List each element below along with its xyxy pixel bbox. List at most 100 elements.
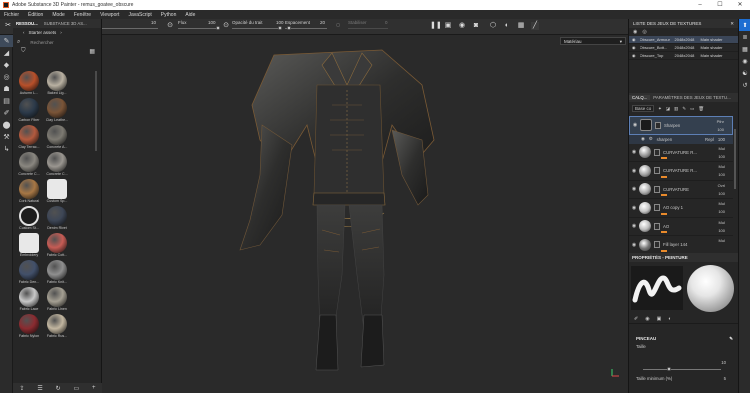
- asset-tile[interactable]: Baked Lig...: [44, 71, 70, 96]
- layer-row[interactable]: ◉ Fill layer 144 Mul: [629, 236, 733, 255]
- brush-size-slider-row[interactable]: 10: [629, 359, 739, 375]
- asset-tile[interactable]: Embroidery: [16, 233, 42, 258]
- screenshot-icon[interactable]: ◙: [472, 22, 480, 30]
- geometry-fill-icon[interactable]: ◎: [0, 71, 13, 83]
- tool-mode-icon[interactable]: ╱: [531, 22, 539, 30]
- layer-mask-icon[interactable]: [654, 204, 660, 212]
- effect-blend-mode[interactable]: Repl: [705, 137, 714, 142]
- breadcrumb[interactable]: ‹ Starter assets ›: [13, 28, 101, 37]
- flux-value[interactable]: 100: [208, 20, 216, 25]
- eye-icon[interactable]: ◉: [631, 122, 639, 128]
- layer-opacity[interactable]: 100: [717, 127, 724, 132]
- asset-tile[interactable]: Fabric Nylon: [16, 314, 42, 339]
- eye-icon[interactable]: ◉: [641, 136, 645, 142]
- layers-scrollbar[interactable]: [734, 129, 736, 189]
- delete-icon[interactable]: 🗑: [698, 106, 704, 112]
- layer-row[interactable]: ◉ CURVATURE R... Mul 100: [629, 144, 733, 162]
- asset-tile[interactable]: Custom St...: [16, 206, 42, 231]
- pressure-icon[interactable]: ⊙: [166, 22, 174, 30]
- stencil-icon[interactable]: ▣: [657, 316, 662, 322]
- layer-blend-mode[interactable]: Mul: [719, 164, 725, 169]
- size-value[interactable]: 10: [151, 20, 156, 25]
- asset-tile[interactable]: Custom Sp...: [44, 179, 70, 204]
- history-icon[interactable]: ↺: [739, 79, 750, 91]
- eraser-icon[interactable]: ◢: [0, 47, 13, 59]
- stabilizer-slider[interactable]: [348, 28, 388, 29]
- eye-icon[interactable]: ◉: [630, 205, 638, 211]
- layers-panel-icon[interactable]: ≣: [739, 31, 750, 43]
- maximize-button[interactable]: ☐: [710, 0, 730, 10]
- shelf-panel-icon[interactable]: ▦: [739, 43, 750, 55]
- menu-edit[interactable]: Édition: [28, 12, 43, 18]
- minimize-button[interactable]: –: [690, 0, 710, 10]
- shader-settings-icon[interactable]: ☯: [739, 67, 750, 79]
- menu-help[interactable]: Aide: [185, 12, 195, 18]
- asset-tile[interactable]: Cork Natural: [16, 179, 42, 204]
- layer-opacity[interactable]: 100: [718, 172, 725, 177]
- picker-icon[interactable]: ✐: [0, 107, 13, 119]
- effect-row[interactable]: ◉ ⚙ sharpen Repl 100: [629, 134, 733, 144]
- stabilizer-value[interactable]: 0: [385, 20, 388, 25]
- camera-icon[interactable]: ▣: [444, 22, 452, 30]
- alpha-icon[interactable]: ◉: [645, 316, 649, 322]
- layer-blend-mode[interactable]: Mul: [719, 220, 725, 225]
- spacing-slider[interactable]: [285, 26, 327, 30]
- layer-row[interactable]: ◉ Sharpen Pthr 100: [629, 116, 733, 135]
- layer-mask-icon[interactable]: [654, 241, 660, 249]
- display-settings-icon[interactable]: ◉: [739, 55, 750, 67]
- texture-set-shader[interactable]: Main shader: [701, 53, 723, 58]
- channel-select[interactable]: Base co: [632, 105, 654, 112]
- layer-blend-mode[interactable]: Mul: [719, 201, 725, 206]
- filter-icon[interactable]: ⛉: [21, 48, 26, 55]
- stroke-opacity-slider[interactable]: [232, 26, 282, 30]
- close-button[interactable]: ✕: [730, 0, 750, 10]
- asset-tile[interactable]: Fabric Lace: [16, 287, 42, 312]
- menu-python[interactable]: Python: [161, 12, 177, 18]
- asset-tile[interactable]: Clay Leathe...: [44, 98, 70, 123]
- play-pause-icon[interactable]: ❚❚: [430, 22, 442, 30]
- min-size-value[interactable]: 5: [724, 376, 726, 381]
- material-icon[interactable]: ◐: [668, 316, 671, 322]
- asset-tile[interactable]: Fabric Cott...: [44, 233, 70, 258]
- stroke-opacity-value[interactable]: 100: [276, 20, 284, 25]
- asset-tile[interactable]: Fabric Linen: [44, 287, 70, 312]
- stabilizer-icon[interactable]: ◌: [334, 22, 342, 30]
- grid-icon[interactable]: ▦: [517, 22, 525, 30]
- symmetry-icon[interactable]: ⬡: [489, 22, 497, 30]
- texture-set-row[interactable]: ◉ Obscure_Top 2048x2048 Main shader: [629, 52, 738, 60]
- tab-substance-assets[interactable]: SUBSTANCE 3D AS...: [41, 21, 90, 26]
- texture-icon[interactable]: ◐: [503, 22, 511, 30]
- path-icon[interactable]: ↳: [0, 143, 13, 155]
- asset-tile[interactable]: Fabric Rus...: [44, 314, 70, 339]
- layer-row[interactable]: ◉ AO Mul 100: [629, 218, 733, 236]
- close-icon[interactable]: ✕: [730, 21, 734, 27]
- layer-blend-mode[interactable]: Mul: [719, 146, 725, 151]
- asset-tile[interactable]: Concrete C...: [44, 152, 70, 177]
- menu-javascript[interactable]: JavaScript: [128, 12, 151, 18]
- layer-opacity[interactable]: 100: [718, 209, 725, 214]
- layer-mask-icon[interactable]: [655, 121, 661, 129]
- asset-tile[interactable]: Fabric Knit...: [44, 260, 70, 285]
- assets-scrollbar[interactable]: [95, 71, 97, 151]
- eye-icon[interactable]: ◉: [630, 168, 638, 174]
- clone-icon[interactable]: ▤: [0, 95, 13, 107]
- layer-row[interactable]: ◉ CURVATURE R... Mul 100: [629, 162, 733, 181]
- brush-icon[interactable]: ✐: [634, 316, 638, 322]
- texture-set-row[interactable]: ◉ Obscure_Armour 2048x2048 Main shader: [629, 36, 738, 44]
- render-icon[interactable]: ◉: [458, 22, 466, 30]
- paint-layer-icon[interactable]: ✎: [682, 106, 686, 112]
- tab-texture-sets[interactable]: LISTE DES JEUX DE TEXTURES: [633, 21, 701, 26]
- search-field[interactable]: ⌕ Rechercher: [13, 37, 101, 47]
- material-picker-icon[interactable]: ⬤: [0, 119, 13, 131]
- asset-tile[interactable]: Clay Terrac...: [16, 125, 42, 150]
- add-effect-icon[interactable]: ✦: [658, 106, 662, 112]
- viewport-material-select[interactable]: Matériau ▾: [560, 37, 626, 45]
- layer-opacity[interactable]: 100: [718, 154, 725, 159]
- eye-icon[interactable]: ◉: [630, 186, 638, 192]
- add-mask-icon[interactable]: ◪: [666, 106, 670, 112]
- folder-icon[interactable]: ▭: [690, 106, 694, 112]
- refresh-icon[interactable]: ↻: [56, 385, 61, 392]
- projection-icon[interactable]: ◆: [0, 59, 13, 71]
- search-input[interactable]: Rechercher: [30, 40, 53, 45]
- list-icon[interactable]: ☰: [37, 385, 42, 392]
